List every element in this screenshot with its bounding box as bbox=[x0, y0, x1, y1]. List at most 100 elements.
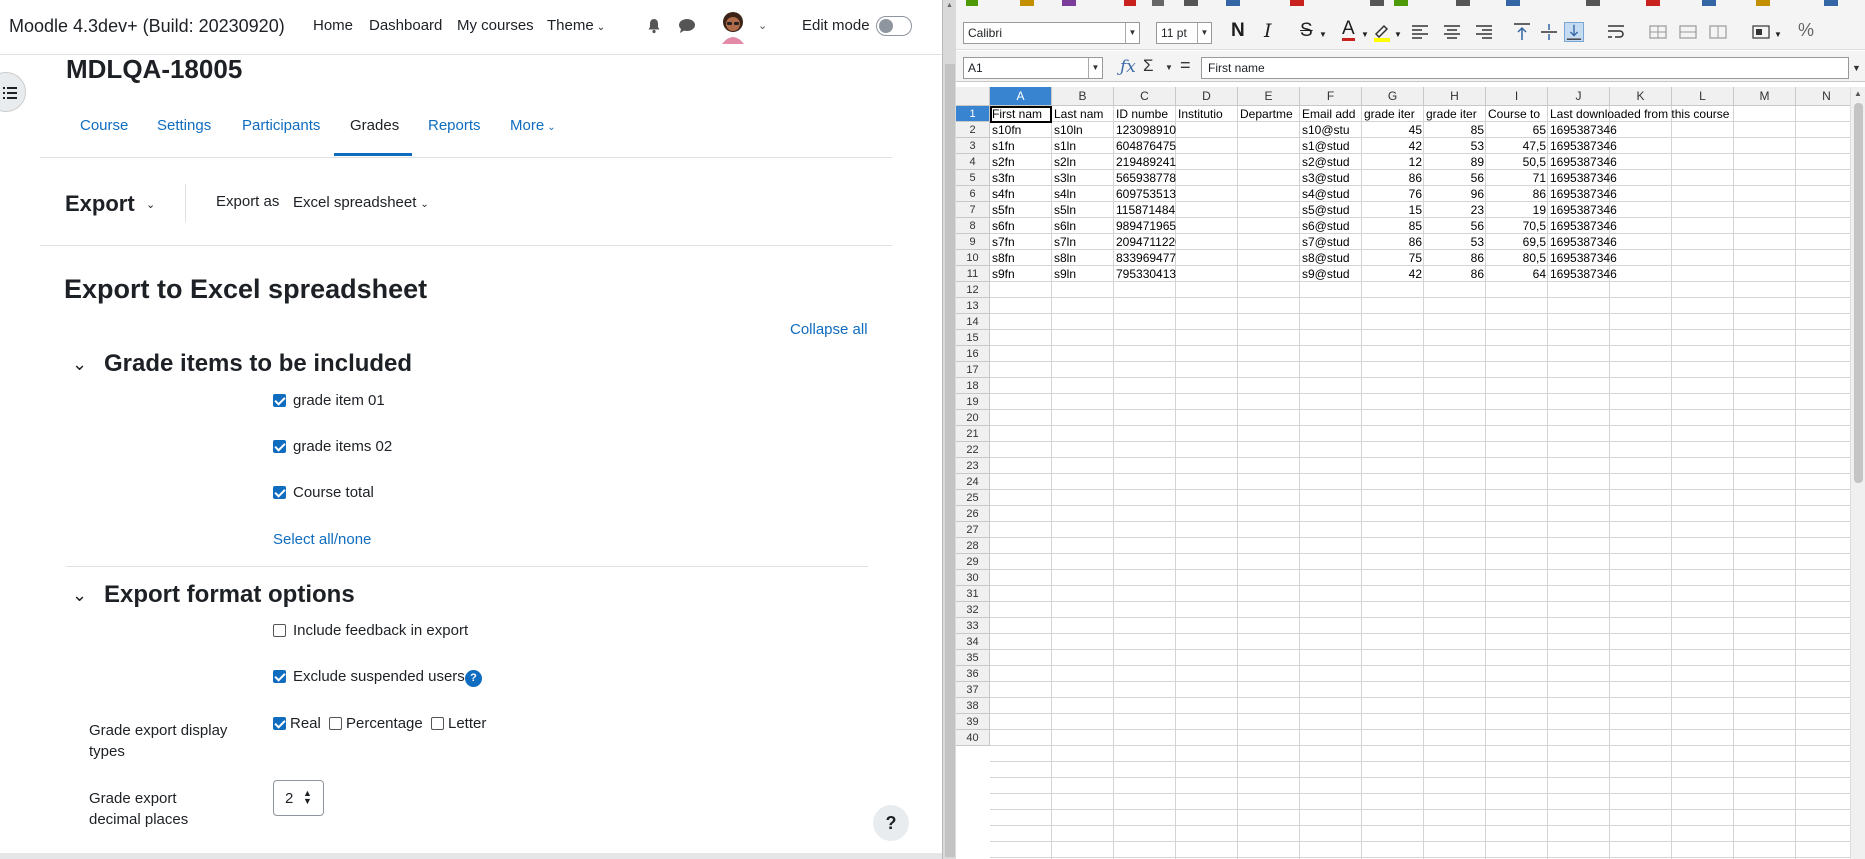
include-feedback-label[interactable]: Include feedback in export bbox=[293, 622, 468, 639]
data-cell[interactable]: s8@stud bbox=[1300, 250, 1362, 266]
row-header-19[interactable]: 19 bbox=[956, 394, 990, 410]
data-cell[interactable]: s4@stud bbox=[1300, 186, 1362, 202]
data-cell[interactable]: 76 bbox=[1362, 186, 1424, 202]
data-cell[interactable]: s1fn bbox=[990, 138, 1052, 154]
sheet-vertical-scrollbar[interactable]: ▲ bbox=[1850, 87, 1865, 859]
data-cell[interactable]: 15 bbox=[1362, 202, 1424, 218]
data-cell[interactable]: 96 bbox=[1424, 186, 1486, 202]
chevron-down-icon[interactable]: ▼ bbox=[1197, 23, 1211, 43]
help-fab-button[interactable]: ? bbox=[873, 805, 909, 841]
data-cell[interactable]: s7@stud bbox=[1300, 234, 1362, 250]
header-cell[interactable]: Departme bbox=[1238, 106, 1300, 122]
row-header-14[interactable]: 14 bbox=[956, 314, 990, 330]
data-cell[interactable]: s3fn bbox=[990, 170, 1052, 186]
row-header-8[interactable]: 8 bbox=[956, 218, 990, 234]
row-header-7[interactable]: 7 bbox=[956, 202, 990, 218]
data-cell[interactable]: s3ln bbox=[1052, 170, 1114, 186]
row-header-18[interactable]: 18 bbox=[956, 378, 990, 394]
row-header-40[interactable]: 40 bbox=[956, 730, 990, 746]
row-header-35[interactable]: 35 bbox=[956, 650, 990, 666]
exclude-suspended-label[interactable]: Exclude suspended users bbox=[293, 668, 465, 685]
data-cell[interactable]: 1695387346 bbox=[1548, 234, 1798, 250]
data-cell[interactable]: 65 bbox=[1486, 122, 1548, 138]
row-header-16[interactable]: 16 bbox=[956, 346, 990, 362]
data-cell[interactable]: 86 bbox=[1362, 234, 1424, 250]
bold-button[interactable]: N bbox=[1231, 20, 1245, 42]
tab-course[interactable]: Course bbox=[80, 117, 128, 134]
column-header-b[interactable]: B bbox=[1052, 87, 1114, 106]
data-cell[interactable]: 1158714841858 bbox=[1114, 202, 1176, 218]
row-header-15[interactable]: 15 bbox=[956, 330, 990, 346]
header-cell[interactable]: Last nam bbox=[1052, 106, 1114, 122]
data-cell[interactable]: 53 bbox=[1424, 138, 1486, 154]
display-percentage-label[interactable]: Percentage bbox=[346, 715, 423, 732]
font-name-box[interactable]: Calibri ▼ bbox=[963, 22, 1140, 44]
data-cell[interactable]: 5659387784080 bbox=[1114, 170, 1176, 186]
data-cell[interactable]: 1695387346 bbox=[1548, 202, 1798, 218]
expand-formula-icon[interactable]: ▼ bbox=[1852, 63, 1861, 73]
align-top-icon[interactable] bbox=[1512, 22, 1532, 42]
data-cell[interactable]: s6@stud bbox=[1300, 218, 1362, 234]
data-cell[interactable]: 1230989101399 bbox=[1114, 122, 1176, 138]
row-header-5[interactable]: 5 bbox=[956, 170, 990, 186]
data-cell[interactable]: 12 bbox=[1362, 154, 1424, 170]
data-cell[interactable]: s5@stud bbox=[1300, 202, 1362, 218]
font-size-box[interactable]: 11 pt ▼ bbox=[1156, 22, 1212, 44]
row-header-29[interactable]: 29 bbox=[956, 554, 990, 570]
data-cell[interactable]: 9894719659342 bbox=[1114, 218, 1176, 234]
data-cell[interactable]: 56 bbox=[1424, 170, 1486, 186]
row-header-12[interactable]: 12 bbox=[956, 282, 990, 298]
data-cell[interactable]: s3@stud bbox=[1300, 170, 1362, 186]
data-cell[interactable]: 19 bbox=[1486, 202, 1548, 218]
row-header-30[interactable]: 30 bbox=[956, 570, 990, 586]
nav-home[interactable]: Home bbox=[313, 17, 353, 34]
grade-item-01-label[interactable]: grade item 01 bbox=[293, 392, 385, 409]
header-cell[interactable]: Course to bbox=[1486, 106, 1548, 122]
align-left-icon[interactable] bbox=[1410, 22, 1430, 42]
header-cell[interactable]: grade iter bbox=[1424, 106, 1486, 122]
column-header-c[interactable]: C bbox=[1114, 87, 1176, 106]
display-letter-checkbox[interactable] bbox=[431, 717, 444, 730]
help-icon[interactable]: ? bbox=[465, 670, 482, 687]
exclude-suspended-checkbox[interactable] bbox=[273, 670, 286, 683]
row-header-32[interactable]: 32 bbox=[956, 602, 990, 618]
grade-items-02-checkbox[interactable] bbox=[273, 440, 286, 453]
data-cell[interactable]: s6ln bbox=[1052, 218, 1114, 234]
row-header-38[interactable]: 38 bbox=[956, 698, 990, 714]
column-header-n[interactable]: N bbox=[1796, 87, 1858, 106]
chevron-down-icon[interactable]: ⌄ bbox=[72, 354, 87, 375]
select-all-none-link[interactable]: Select all/none bbox=[273, 531, 371, 548]
row-header-24[interactable]: 24 bbox=[956, 474, 990, 490]
data-cell[interactable]: 6048764759382 bbox=[1114, 138, 1176, 154]
bell-icon[interactable] bbox=[647, 18, 661, 34]
data-cell[interactable]: 2094711220186 bbox=[1114, 234, 1176, 250]
formula-equals-icon[interactable]: = bbox=[1180, 55, 1191, 76]
row-header-20[interactable]: 20 bbox=[956, 410, 990, 426]
data-cell[interactable]: s2ln bbox=[1052, 154, 1114, 170]
data-cell[interactable]: 6097535139332 bbox=[1114, 186, 1176, 202]
column-header-f[interactable]: F bbox=[1300, 87, 1362, 106]
data-cell[interactable]: s9fn bbox=[990, 266, 1052, 282]
column-header-l[interactable]: L bbox=[1672, 87, 1734, 106]
data-cell[interactable]: s7fn bbox=[990, 234, 1052, 250]
merge-center-icon[interactable] bbox=[1678, 22, 1698, 42]
scrollbar-thumb[interactable] bbox=[1854, 103, 1863, 483]
data-cell[interactable]: 7953304135256 bbox=[1114, 266, 1176, 282]
data-cell[interactable]: s5fn bbox=[990, 202, 1052, 218]
data-cell[interactable]: s6fn bbox=[990, 218, 1052, 234]
tab-settings[interactable]: Settings bbox=[157, 117, 211, 134]
chevron-down-icon[interactable]: ▼ bbox=[1774, 30, 1782, 39]
data-cell[interactable]: 89 bbox=[1424, 154, 1486, 170]
data-cell[interactable]: 50,5 bbox=[1486, 154, 1548, 170]
row-header-31[interactable]: 31 bbox=[956, 586, 990, 602]
header-cell[interactable]: Institutio bbox=[1176, 106, 1238, 122]
chevron-down-icon[interactable]: ▼ bbox=[1088, 58, 1102, 78]
row-header-25[interactable]: 25 bbox=[956, 490, 990, 506]
row-header-22[interactable]: 22 bbox=[956, 442, 990, 458]
row-header-13[interactable]: 13 bbox=[956, 298, 990, 314]
header-cell[interactable]: Email add bbox=[1300, 106, 1362, 122]
name-box[interactable]: A1 ▼ bbox=[963, 57, 1103, 79]
row-header-33[interactable]: 33 bbox=[956, 618, 990, 634]
column-header-e[interactable]: E bbox=[1238, 87, 1300, 106]
include-feedback-checkbox[interactable] bbox=[273, 624, 286, 637]
